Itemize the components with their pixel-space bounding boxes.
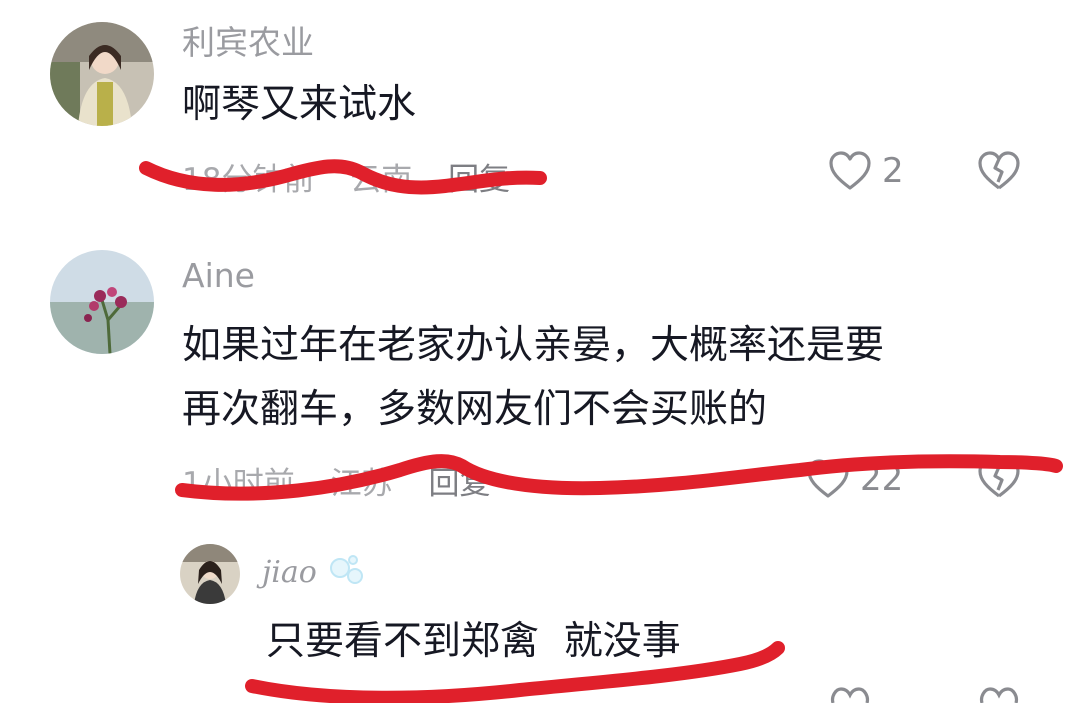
comment-username[interactable]: 利宾农业 [182, 16, 314, 64]
bubbles-icon [326, 552, 366, 596]
heart-outline-icon [806, 458, 850, 500]
comment-location: 江苏 [330, 466, 393, 502]
reply-username[interactable]: jiao [262, 552, 366, 596]
comment-username[interactable]: Aine [182, 256, 255, 295]
comment-time: 18分钟前 [182, 162, 315, 198]
comment-meta: 18分钟前 云南 回复 [182, 154, 536, 199]
reply-text: 只要看不到郑禽 就没事 [266, 619, 681, 664]
comment-meta: 1小时前 江苏 回复 [182, 458, 516, 503]
like-count: 22 [860, 459, 904, 499]
comment-text-line-2: 再次翻车，多数网友们不会买账的 [182, 387, 768, 432]
broken-heart-icon[interactable] [976, 686, 1022, 703]
broken-heart-icon[interactable] [976, 458, 1022, 500]
comment-text-line-1: 如果过年在老家办认亲晏，大概率还是要 [182, 323, 885, 368]
avatar[interactable] [50, 22, 154, 126]
broken-heart-icon[interactable] [976, 150, 1022, 192]
comment-time: 1小时前 [182, 466, 295, 502]
comment-location: 云南 [350, 162, 413, 198]
comment-text: 啊琴又来试水 [182, 82, 417, 127]
avatar[interactable] [180, 544, 240, 604]
heart-outline-icon [828, 150, 872, 192]
like-button[interactable]: 2 [828, 150, 904, 192]
like-button[interactable]: 22 [806, 458, 903, 500]
avatar[interactable] [50, 250, 154, 354]
reply-button[interactable]: 回复 [428, 466, 490, 502]
reply-button[interactable]: 回复 [448, 162, 510, 198]
heart-outline-icon[interactable] [828, 686, 872, 703]
like-count: 2 [882, 151, 904, 191]
